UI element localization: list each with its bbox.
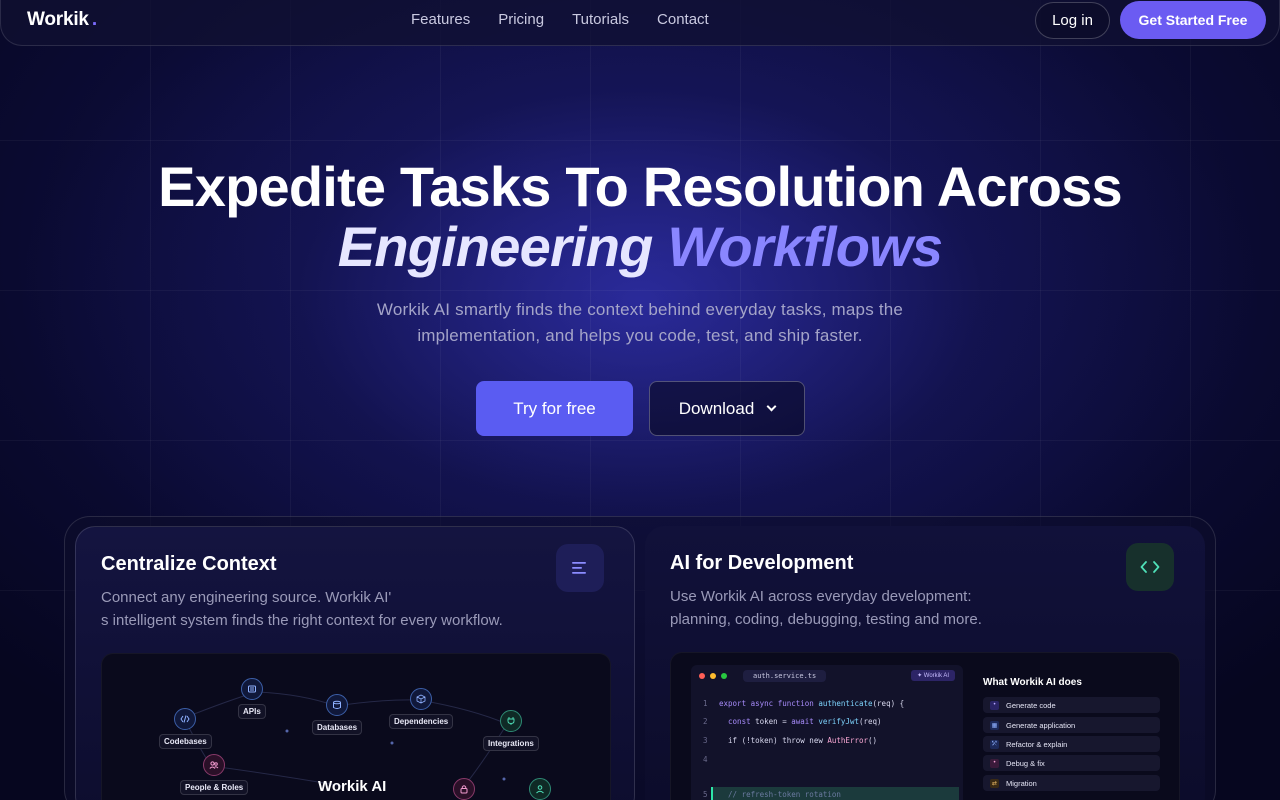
capability-debug-fix[interactable]: • Debug & fix (983, 755, 1160, 771)
nav-link-features[interactable]: Features (411, 11, 470, 28)
grid-line (0, 440, 1280, 441)
api-icon (240, 678, 263, 700)
lock-icon (453, 778, 475, 800)
capability-generate-application[interactable]: ▦ Generate application (983, 717, 1160, 733)
hero-subtitle: Workik AI smartly finds the context behi… (340, 297, 940, 349)
get-started-button[interactable]: Get Started Free (1120, 1, 1266, 39)
card-description-line: s intelligent system finds the right con… (101, 612, 503, 629)
capability-label: Generate code (1006, 700, 1056, 710)
logo-text[interactable]: Workik (27, 9, 89, 30)
capability-migration[interactable]: ⇄ Migration (983, 775, 1160, 791)
code-icon (174, 708, 197, 730)
nav-link-tutorials[interactable]: Tutorials (572, 11, 629, 28)
sparkle-icon: • (990, 700, 999, 710)
card-title: Centralize Context (101, 553, 277, 575)
users-icon (203, 754, 226, 776)
code-line: 5 // refresh-token rotation (703, 790, 841, 799)
minimize-dot (710, 673, 716, 679)
maximize-dot (721, 673, 727, 679)
graph-node-label: Databases (312, 720, 363, 735)
package-icon (410, 688, 433, 710)
graph-node-label: Integrations (483, 736, 539, 751)
code-editor: auth.service.ts ✦ Workik AI 1 export asyn… (691, 665, 963, 800)
graph-node-databases[interactable]: Databases (312, 694, 363, 735)
capability-label: Generate application (1006, 720, 1076, 730)
code-line: 3 if (!token) throw new AuthError() (703, 736, 878, 745)
try-for-free-button[interactable]: Try for free (476, 381, 633, 436)
hero-title-word-workflows: Workflows (667, 215, 943, 278)
login-button[interactable]: Log in (1035, 2, 1110, 39)
grid-icon: ▦ (990, 720, 999, 730)
window-controls (699, 673, 727, 679)
capability-refactor-explain[interactable]: ⤱ Refactor & explain (983, 736, 1160, 752)
card-description: Use Workik AI across everyday developmen… (670, 585, 1130, 631)
graph-center-label: Workik AI (318, 778, 387, 795)
grid-line (0, 140, 1280, 141)
card-description-line: planning, coding, debugging, testing and… (670, 611, 982, 628)
hero-subtitle-line: Workik AI smartly finds the context behi… (376, 300, 904, 319)
nav-link-contact[interactable]: Contact (657, 11, 709, 28)
hero-title-highlight: Engineering Workflows (0, 216, 1280, 278)
logo-dot: . (91, 9, 97, 30)
logo[interactable]: Workik. (27, 9, 97, 31)
hero-title: Expedite Tasks To Resolution Across (158, 155, 1122, 218)
ai-tag: ✦ Workik AI (911, 670, 955, 681)
page: Workik. Features Pricing Tutorials Conta… (0, 0, 1280, 800)
graph-node-label: Dependencies (389, 714, 454, 729)
capabilities-title: What Workik AI does (983, 677, 1082, 688)
code-line: 2 const token = await verifyJwt(req) (703, 717, 882, 726)
card-description-line: Use Workik AI across everyday developmen… (670, 588, 972, 605)
lines-icon (556, 544, 604, 592)
migration-icon: ⇄ (990, 778, 999, 788)
capability-label: Migration (1006, 778, 1037, 788)
graph-node-integrations[interactable]: Integrations (483, 710, 539, 751)
card-description-line: Connect any engineering source. Workik A… (101, 589, 392, 606)
graph-node-people-roles[interactable]: People & Roles (180, 754, 249, 795)
grid-line (0, 290, 1280, 291)
graph-node-label: APIs (238, 704, 266, 719)
code-brackets-icon (1126, 543, 1174, 591)
hero-subtitle-line: implementation, and helps you code, test… (417, 326, 863, 345)
capability-label: Refactor & explain (1006, 739, 1068, 749)
bug-icon: • (990, 758, 999, 768)
context-graph-panel: Codebases APIs Databases Dependencies In… (101, 653, 611, 800)
nav-links: Features Pricing Tutorials Contact (411, 11, 709, 28)
code-line: 4 (703, 755, 708, 764)
dev-preview-panel: auth.service.ts ✦ Workik AI 1 export asyn… (670, 652, 1180, 800)
code-line: 1 export async function authenticate(req)… (703, 699, 905, 708)
plug-icon (499, 710, 522, 732)
graph-node-codebases[interactable]: Codebases (159, 708, 212, 749)
file-tab[interactable]: auth.service.ts (743, 670, 827, 682)
card-ai-for-development[interactable]: AI for Development Use Workik AI across … (645, 526, 1205, 800)
card-centralize-context[interactable]: Centralize Context Connect any engineeri… (75, 526, 635, 800)
capability-label: Debug & fix (1006, 758, 1045, 768)
card-title: AI for Development (670, 552, 854, 574)
user-icon (529, 778, 551, 800)
download-button-label: Download (678, 398, 755, 418)
hero-title-word-engineering: Engineering (337, 215, 654, 278)
download-button[interactable]: Download (649, 381, 805, 436)
navbar: Workik. Features Pricing Tutorials Conta… (0, 0, 1280, 46)
card-description: Connect any engineering source. Workik A… (101, 586, 561, 632)
close-dot (699, 673, 705, 679)
capability-generate-code[interactable]: • Generate code (983, 697, 1160, 713)
graph-node-label: Codebases (159, 734, 212, 749)
database-icon (326, 694, 349, 716)
chevron-down-icon (766, 401, 777, 412)
refactor-icon: ⤱ (990, 739, 999, 749)
nav-link-pricing[interactable]: Pricing (498, 11, 544, 28)
graph-node-dependencies[interactable]: Dependencies (389, 688, 454, 729)
graph-node-label: People & Roles (180, 780, 249, 795)
graph-node-apis[interactable]: APIs (238, 678, 266, 719)
